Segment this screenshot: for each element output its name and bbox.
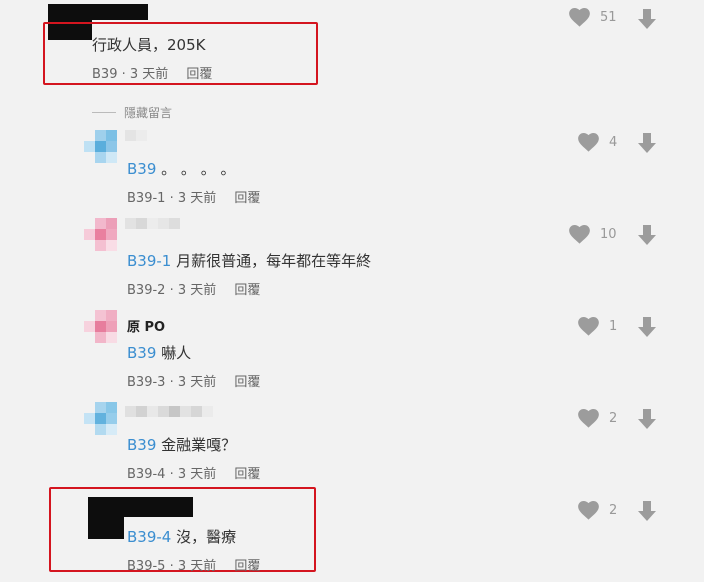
timestamp: 3 天前	[177, 283, 217, 298]
heart-icon	[578, 409, 599, 428]
like-count: 1	[609, 319, 618, 334]
timestamp: 3 天前	[129, 67, 169, 82]
avatar	[84, 218, 128, 262]
pixelated-author-name	[125, 406, 213, 417]
divider	[92, 112, 116, 113]
hide-comments-toggle[interactable]: 隱藏留言	[92, 104, 172, 121]
comment-meta: B39-4 · 3 天前 回覆	[127, 467, 261, 482]
mention-link[interactable]: B39	[127, 344, 156, 362]
like-button[interactable]: 2	[578, 501, 625, 520]
mention-link[interactable]: B39-4	[127, 528, 171, 546]
like-count: 10	[600, 227, 617, 242]
arrow-down-icon	[638, 9, 656, 29]
like-button[interactable]: 4	[578, 133, 625, 152]
timestamp: 3 天前	[177, 375, 217, 390]
heart-icon	[569, 225, 590, 244]
author-name[interactable]: 原 PO	[127, 316, 165, 335]
floor-label: B39-3	[127, 375, 166, 390]
avatar	[84, 402, 128, 446]
downvote-button[interactable]	[638, 133, 656, 157]
comment-meta: B39-2 · 3 天前 回覆	[127, 283, 261, 298]
heart-icon	[578, 501, 599, 520]
comment-text: B39 金融業嘎？	[127, 436, 237, 454]
reply-button[interactable]: 回覆	[234, 375, 260, 390]
downvote-button[interactable]	[638, 501, 656, 525]
downvote-button[interactable]	[638, 317, 656, 341]
hide-comments-label: 隱藏留言	[124, 106, 173, 120]
like-count: 51	[600, 10, 617, 25]
comment-text: B39-1 月薪很普通，每年都在等年終	[127, 252, 372, 270]
reply-button[interactable]: 回覆	[186, 67, 212, 82]
reply-button[interactable]: 回覆	[234, 467, 260, 482]
timestamp: 3 天前	[177, 467, 217, 482]
pixelated-author-name	[125, 218, 180, 229]
comment-meta: B39-3 · 3 天前 回覆	[127, 375, 261, 390]
mention-link[interactable]: B39	[127, 160, 156, 178]
like-count: 2	[609, 411, 618, 426]
arrow-down-icon	[638, 501, 656, 521]
downvote-button[interactable]	[638, 409, 656, 433]
floor-label: B39-5	[127, 559, 166, 574]
reply-button[interactable]: 回覆	[234, 191, 260, 206]
like-button[interactable]: 10	[569, 225, 617, 244]
floor-label: B39-1	[127, 191, 166, 206]
mention-link[interactable]: B39	[127, 436, 156, 454]
comment-meta: B39 · 3 天前 回覆	[92, 67, 213, 82]
floor-label: B39-4	[127, 467, 166, 482]
arrow-down-icon	[638, 133, 656, 153]
reply-button[interactable]: 回覆	[234, 283, 260, 298]
reply-button[interactable]: 回覆	[234, 559, 260, 574]
timestamp: 3 天前	[177, 559, 217, 574]
pixelated-author-name	[125, 130, 147, 141]
like-button[interactable]: 1	[578, 317, 625, 336]
like-count: 2	[609, 503, 618, 518]
heart-icon	[569, 8, 590, 27]
mention-link[interactable]: B39-1	[127, 252, 171, 270]
comment-meta: B39-1 · 3 天前 回覆	[127, 191, 261, 206]
timestamp: 3 天前	[177, 191, 217, 206]
downvote-button[interactable]	[638, 225, 656, 249]
like-button[interactable]: 51	[569, 8, 617, 27]
arrow-down-icon	[638, 225, 656, 245]
like-count: 4	[609, 135, 618, 150]
comment-text: 行政人員，205K	[92, 36, 206, 54]
downvote-button[interactable]	[638, 9, 656, 33]
comment-text: B39 。 。 。 。	[127, 160, 236, 178]
floor-label: B39	[92, 67, 118, 82]
floor-label: B39-2	[127, 283, 166, 298]
arrow-down-icon	[638, 409, 656, 429]
like-button[interactable]: 2	[578, 409, 625, 428]
arrow-down-icon	[638, 317, 656, 337]
avatar	[84, 310, 128, 354]
avatar	[84, 130, 128, 174]
comment-text: B39 嚇人	[127, 344, 192, 362]
comment-meta: B39-5 · 3 天前 回覆	[127, 559, 261, 574]
comment-text: B39-4 沒，醫療	[127, 528, 237, 546]
heart-icon	[578, 317, 599, 336]
heart-icon	[578, 133, 599, 152]
